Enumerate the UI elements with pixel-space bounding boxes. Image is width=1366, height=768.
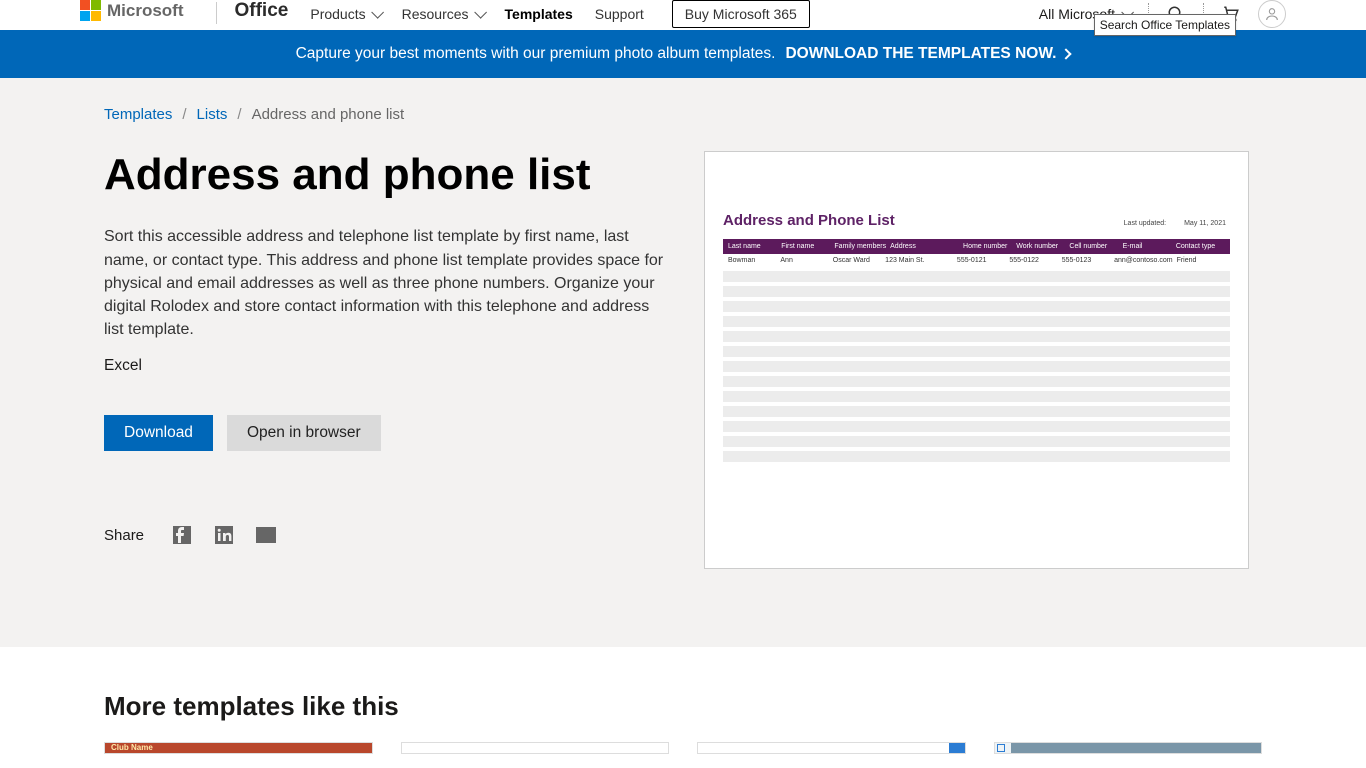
nav-right: All Microsoft Search Office Templates bbox=[1039, 0, 1286, 28]
promo-cta: DOWNLOAD THE TEMPLATES NOW. bbox=[785, 45, 1070, 63]
preview-blank-row bbox=[723, 391, 1230, 402]
email-icon[interactable] bbox=[254, 523, 278, 547]
nav-templates-label: Templates bbox=[505, 6, 573, 22]
main-region: Templates / Lists / Address and phone li… bbox=[0, 78, 1366, 647]
cell: Oscar Ward bbox=[831, 257, 883, 264]
nav-resources[interactable]: Resources bbox=[402, 6, 483, 22]
user-icon bbox=[1264, 6, 1280, 22]
breadcrumb-lists[interactable]: Lists bbox=[197, 106, 228, 123]
action-buttons: Download Open in browser bbox=[104, 415, 664, 451]
cell: Friend bbox=[1175, 257, 1227, 264]
preview-blank-row bbox=[723, 406, 1230, 417]
account-avatar[interactable] bbox=[1258, 0, 1286, 28]
preview-table-row: Bowman Ann Oscar Ward 123 Main St. 555-0… bbox=[723, 254, 1230, 267]
preview-blank-row bbox=[723, 331, 1230, 342]
chevron-down-icon bbox=[371, 6, 384, 19]
preview-updated: Last updated: May 11, 2021 bbox=[1124, 220, 1226, 227]
nav-products-label: Products bbox=[310, 6, 365, 22]
breadcrumb-templates[interactable]: Templates bbox=[104, 106, 172, 123]
promo-text: Capture your best moments with our premi… bbox=[296, 45, 776, 63]
microsoft-label: Microsoft bbox=[107, 1, 184, 21]
preview-blank-row bbox=[723, 361, 1230, 372]
more-templates-heading: More templates like this bbox=[104, 691, 1262, 722]
col-email: E-mail bbox=[1121, 243, 1174, 250]
template-card[interactable] bbox=[697, 742, 966, 754]
linkedin-icon[interactable] bbox=[212, 523, 236, 547]
template-app: Excel bbox=[104, 357, 664, 375]
preview-blank-row bbox=[723, 436, 1230, 447]
open-in-browser-button[interactable]: Open in browser bbox=[227, 415, 381, 451]
col-home: Home number bbox=[961, 243, 1014, 250]
breadcrumb-sep: / bbox=[237, 106, 241, 123]
template-card[interactable] bbox=[401, 742, 670, 754]
facebook-icon[interactable] bbox=[170, 523, 194, 547]
more-templates-section: More templates like this Club Name bbox=[104, 691, 1262, 754]
buy-m365-button[interactable]: Buy Microsoft 365 bbox=[672, 0, 810, 28]
share-row: Share bbox=[104, 523, 664, 547]
cell: Ann bbox=[778, 257, 830, 264]
breadcrumb: Templates / Lists / Address and phone li… bbox=[104, 106, 1262, 123]
top-nav: Microsoft Office Products Resources Temp… bbox=[0, 0, 1366, 30]
template-card[interactable]: Club Name bbox=[104, 742, 373, 754]
cell: 555-0121 bbox=[955, 257, 1007, 264]
chevron-right-icon bbox=[1061, 48, 1072, 59]
preview-table-header: Last name First name Family members Addr… bbox=[723, 239, 1230, 254]
col-address: Address bbox=[888, 243, 961, 250]
col-lastname: Last name bbox=[726, 243, 779, 250]
nav-resources-label: Resources bbox=[402, 6, 469, 22]
col-cell: Cell number bbox=[1067, 243, 1120, 250]
page-title: Address and phone list bbox=[104, 151, 664, 199]
cell: 555-0122 bbox=[1007, 257, 1059, 264]
preview-blank-row bbox=[723, 316, 1230, 327]
nav-products[interactable]: Products bbox=[310, 6, 379, 22]
preview-updated-label: Last updated: bbox=[1124, 220, 1166, 227]
nav-support[interactable]: Support bbox=[595, 6, 644, 22]
col-family: Family members bbox=[832, 243, 888, 250]
promo-cta-label: DOWNLOAD THE TEMPLATES NOW. bbox=[785, 45, 1056, 63]
cell: ann@contoso.com bbox=[1112, 257, 1174, 264]
preview-blank-row bbox=[723, 421, 1230, 432]
microsoft-logo[interactable]: Microsoft bbox=[80, 0, 184, 21]
preview-blank-row bbox=[723, 346, 1230, 357]
template-cards: Club Name bbox=[104, 742, 1262, 754]
card-thumb-icon bbox=[997, 744, 1005, 752]
cell: 123 Main St. bbox=[883, 257, 955, 264]
preview-blank-row bbox=[723, 286, 1230, 297]
preview-blank-row bbox=[723, 271, 1230, 282]
office-brand[interactable]: Office bbox=[235, 0, 289, 22]
promo-banner[interactable]: Capture your best moments with our premi… bbox=[0, 30, 1366, 78]
template-detail: Address and phone list Sort this accessi… bbox=[104, 151, 1262, 569]
share-label: Share bbox=[104, 527, 144, 544]
cell: 555-0123 bbox=[1060, 257, 1112, 264]
chevron-down-icon bbox=[474, 6, 487, 19]
preview-blank-row bbox=[723, 451, 1230, 462]
col-work: Work number bbox=[1014, 243, 1067, 250]
download-button[interactable]: Download bbox=[104, 415, 213, 451]
cell: Bowman bbox=[726, 257, 778, 264]
microsoft-squares-icon bbox=[80, 0, 101, 21]
template-preview: Last updated: May 11, 2021 Address and P… bbox=[704, 151, 1249, 569]
preview-updated-value: May 11, 2021 bbox=[1184, 220, 1226, 227]
col-firstname: First name bbox=[779, 243, 832, 250]
col-type: Contact type bbox=[1174, 243, 1227, 250]
nav-divider bbox=[216, 2, 217, 24]
template-card-title: Club Name bbox=[111, 743, 153, 752]
preview-blank-row bbox=[723, 301, 1230, 312]
nav-support-label: Support bbox=[595, 6, 644, 22]
template-card[interactable] bbox=[994, 742, 1263, 754]
nav-links: Products Resources Templates Support Buy… bbox=[310, 0, 810, 28]
template-info: Address and phone list Sort this accessi… bbox=[104, 151, 664, 547]
breadcrumb-sep: / bbox=[182, 106, 186, 123]
page-description: Sort this accessible address and telepho… bbox=[104, 225, 664, 341]
preview-blank-row bbox=[723, 376, 1230, 387]
nav-templates[interactable]: Templates bbox=[505, 6, 573, 22]
search-tooltip: Search Office Templates bbox=[1094, 14, 1236, 36]
breadcrumb-current: Address and phone list bbox=[252, 106, 405, 123]
